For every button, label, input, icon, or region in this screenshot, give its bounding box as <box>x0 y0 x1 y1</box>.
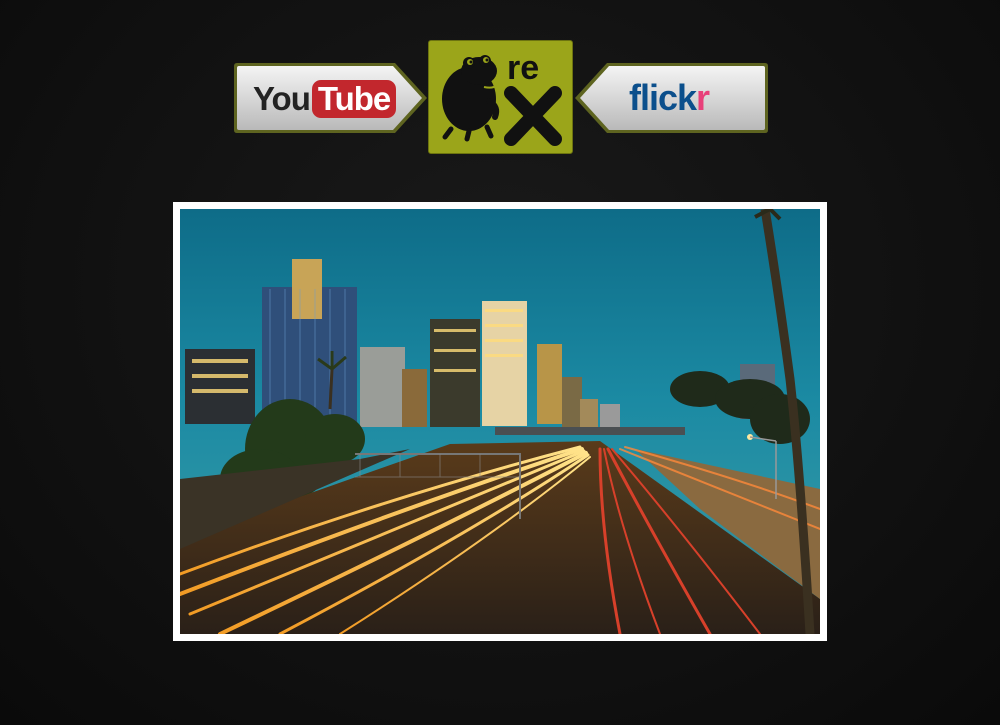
rex-mascot-icon: re <box>442 49 562 146</box>
youtube-you-text: You <box>253 80 311 117</box>
youtube-tube-text: Tube <box>311 80 397 118</box>
flickr-button[interactable]: flickr <box>573 61 769 135</box>
rex-text-re: re <box>507 49 539 87</box>
youtube-logo: You Tube <box>253 80 397 118</box>
flickr-logo: flickr <box>629 77 710 119</box>
logo-bar: You Tube re flickr <box>233 40 769 155</box>
photo-frame <box>173 202 827 641</box>
page: You Tube re flickr <box>0 0 1000 725</box>
rex-logo[interactable]: re <box>428 40 573 154</box>
city-highway-photo[interactable] <box>180 209 820 634</box>
flickr-r-text: r <box>696 77 710 118</box>
flickr-flick-text: flick <box>629 77 697 118</box>
photo-illustration <box>180 209 820 634</box>
youtube-button[interactable]: You Tube <box>233 61 429 135</box>
